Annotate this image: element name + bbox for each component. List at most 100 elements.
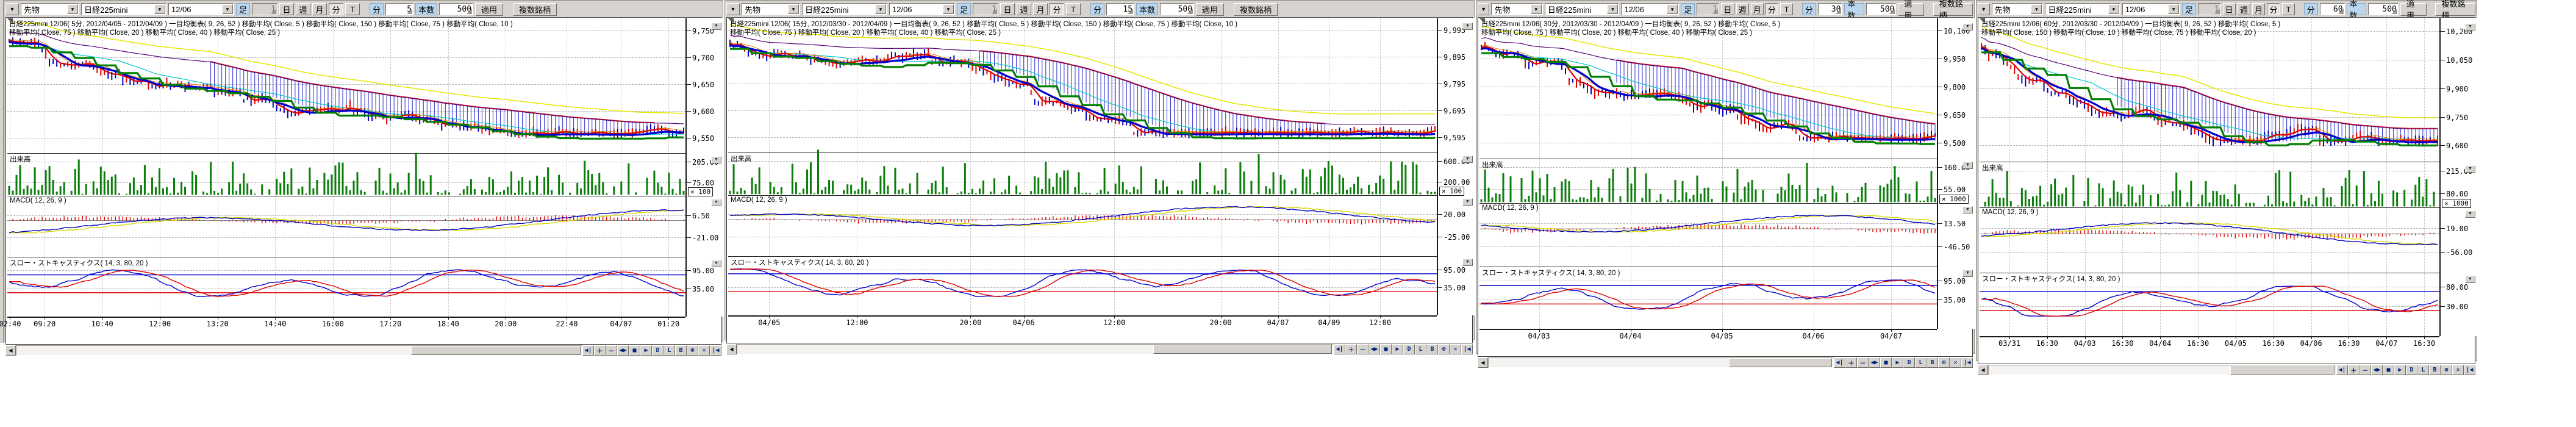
pane-collapse-button[interactable]: ▼ <box>1462 156 1473 163</box>
scroll-left-button[interactable]: ◀ <box>1478 357 1488 368</box>
bar-interval-spinner[interactable]: 1 <box>1697 3 1719 15</box>
scroll-left-button[interactable]: ◀ <box>1978 365 1988 375</box>
period-button-2[interactable]: 月 <box>2252 3 2265 15</box>
chart-nav-button-7[interactable]: L <box>1415 344 1426 354</box>
scrollbar-track[interactable] <box>16 345 582 356</box>
chart-nav-button-8[interactable]: B <box>1927 357 1938 368</box>
period-button-4[interactable]: T <box>345 3 360 15</box>
period-button-2[interactable]: 月 <box>1033 3 1048 15</box>
pane-collapse-button[interactable]: ▼ <box>1962 270 1973 277</box>
scrollbar-thumb[interactable] <box>1729 358 1833 367</box>
chart-nav-button-6[interactable]: D <box>2406 365 2417 375</box>
category-select[interactable]: 先物 ▼ <box>1491 3 1542 15</box>
chart-nav-button-1[interactable]: ＋ <box>1845 357 1857 368</box>
scrollbar-thumb[interactable] <box>2230 365 2334 375</box>
bar-count-spinner[interactable]: 500 <box>1160 3 1194 15</box>
pane-collapse-button[interactable]: ▼ <box>711 260 721 267</box>
chart-nav-button-11[interactable]: |◀ <box>1461 344 1473 354</box>
horizontal-scrollbar[interactable]: ◀ ◀|＋－◀▶■▶DLB⊕✕|◀ <box>1478 357 1973 368</box>
chart-nav-button-10[interactable]: ✕ <box>1950 357 1961 368</box>
period-button-0[interactable]: 日 <box>1721 3 1734 15</box>
chart-nav-button-0[interactable]: ◀| <box>1834 357 1845 368</box>
multi-symbol-button[interactable]: 複数銘柄 <box>1234 3 1278 16</box>
scroll-left-button[interactable]: ◀ <box>726 344 737 354</box>
period-button-4[interactable]: T <box>2282 3 2295 15</box>
chart-nav-button-9[interactable]: ⊕ <box>2441 365 2452 375</box>
chevron-down-icon[interactable]: ▼ <box>2031 4 2042 14</box>
window-menu-dropdown[interactable]: ▼ <box>1478 3 1489 15</box>
contract-month-select[interactable]: 12/06 ▼ <box>168 3 234 15</box>
chart-nav-button-3[interactable]: ◀▶ <box>617 345 629 356</box>
apply-button[interactable]: 適用 <box>475 3 503 16</box>
pane-collapse-button[interactable]: ▼ <box>711 199 721 206</box>
apply-button[interactable]: 適用 <box>1196 3 1224 16</box>
chart-nav-button-7[interactable]: L <box>1915 357 1927 368</box>
chart-nav-button-6[interactable]: D <box>1903 357 1915 368</box>
horizontal-scrollbar[interactable]: ◀ ◀|＋－◀▶■▶DLB⊕✕|◀ <box>726 344 1473 354</box>
chart-nav-button-9[interactable]: ⊕ <box>687 345 698 356</box>
chart-nav-button-4[interactable]: ■ <box>629 345 640 356</box>
chart-nav-button-11[interactable]: |◀ <box>2464 365 2475 375</box>
chart-nav-button-8[interactable]: B <box>1426 344 1438 354</box>
plot-area[interactable]: 日経225mini 12/06( 30分, 2012/03/30 - 2012/… <box>1479 18 1937 329</box>
category-select[interactable]: 先物 ▼ <box>21 3 79 15</box>
chart-nav-button-5[interactable]: ▶ <box>2394 365 2406 375</box>
chart-nav-button-1[interactable]: ＋ <box>2348 365 2360 375</box>
period-button-1[interactable]: 週 <box>1017 3 1031 15</box>
plot-area[interactable]: 日経225mini 12/06( 60分, 2012/03/30 - 2012/… <box>1980 18 2439 336</box>
chart-nav-button-9[interactable]: ⊕ <box>1438 344 1450 354</box>
chart-nav-button-6[interactable]: D <box>652 345 664 356</box>
chart-nav-button-8[interactable]: B <box>675 345 687 356</box>
chevron-down-icon[interactable]: ▼ <box>1607 4 1618 14</box>
category-select[interactable]: 先物 ▼ <box>742 3 800 15</box>
chart-nav-button-7[interactable]: L <box>664 345 675 356</box>
chart-nav-button-10[interactable]: ✕ <box>2452 365 2464 375</box>
spinner-corner-icon[interactable] <box>2392 9 2397 14</box>
pane-collapse-button[interactable]: ▼ <box>2465 23 2475 30</box>
contract-month-select[interactable]: 12/06 ▼ <box>1621 3 1679 15</box>
period-button-4[interactable]: T <box>1066 3 1081 15</box>
spinner-corner-icon[interactable] <box>467 9 472 14</box>
pane-collapse-button[interactable]: ▼ <box>2465 276 2475 283</box>
bar-interval-spinner[interactable]: 1 <box>2198 3 2220 15</box>
pane-collapse-button[interactable]: ▼ <box>1462 198 1473 206</box>
bar-count-spinner[interactable]: 500 <box>2368 3 2399 15</box>
apply-button[interactable]: 適用 <box>2400 3 2427 16</box>
chart-nav-button-0[interactable]: ◀| <box>2336 365 2348 375</box>
scrollbar-thumb[interactable] <box>411 346 581 355</box>
minute-value-spinner[interactable]: 30 <box>1818 3 1843 15</box>
minute-value-spinner[interactable]: 5 <box>385 3 413 15</box>
spinner-corner-icon[interactable] <box>2338 9 2344 14</box>
scrollbar-track[interactable] <box>1488 357 1834 368</box>
symbol-select[interactable]: 日経225mini ▼ <box>81 3 166 15</box>
pane-collapse-corner-icon[interactable] <box>7 18 13 24</box>
chevron-down-icon[interactable]: ▼ <box>154 4 165 14</box>
period-button-3[interactable]: 分 <box>1050 3 1064 15</box>
period-button-1[interactable]: 週 <box>296 3 310 15</box>
pane-collapse-button[interactable]: ▼ <box>2465 165 2475 173</box>
chart-nav-button-4[interactable]: ■ <box>2383 365 2394 375</box>
scroll-left-button[interactable]: ◀ <box>5 345 16 356</box>
period-button-0[interactable]: 日 <box>2223 3 2236 15</box>
window-menu-dropdown[interactable]: ▼ <box>726 3 740 15</box>
symbol-select[interactable]: 日経225mini ▼ <box>802 3 887 15</box>
spinner-corner-icon[interactable] <box>1889 9 1895 14</box>
spinner-corner-icon[interactable] <box>1187 9 1193 14</box>
pane-collapse-button[interactable]: ▼ <box>1962 162 1973 169</box>
spinner-corner-icon[interactable] <box>271 9 276 14</box>
contract-month-select[interactable]: 12/06 ▼ <box>889 3 955 15</box>
pane-collapse-button[interactable]: ▼ <box>711 156 721 163</box>
chevron-down-icon[interactable]: ▼ <box>788 4 799 14</box>
chart-nav-button-11[interactable]: |◀ <box>710 345 721 356</box>
chart-nav-button-2[interactable]: － <box>1357 344 1368 354</box>
bar-count-spinner[interactable]: 500 <box>1866 3 1896 15</box>
window-menu-dropdown[interactable]: ▼ <box>5 3 19 15</box>
chart-nav-button-4[interactable]: ■ <box>1880 357 1892 368</box>
chart-nav-button-4[interactable]: ■ <box>1380 344 1392 354</box>
symbol-select[interactable]: 日経225mini ▼ <box>2045 3 2120 15</box>
chart-nav-button-5[interactable]: ▶ <box>1892 357 1903 368</box>
bar-interval-spinner[interactable]: 1 <box>973 3 998 15</box>
chevron-down-icon[interactable]: ▼ <box>943 4 954 14</box>
period-button-2[interactable]: 月 <box>1751 3 1764 15</box>
period-button-2[interactable]: 月 <box>312 3 327 15</box>
